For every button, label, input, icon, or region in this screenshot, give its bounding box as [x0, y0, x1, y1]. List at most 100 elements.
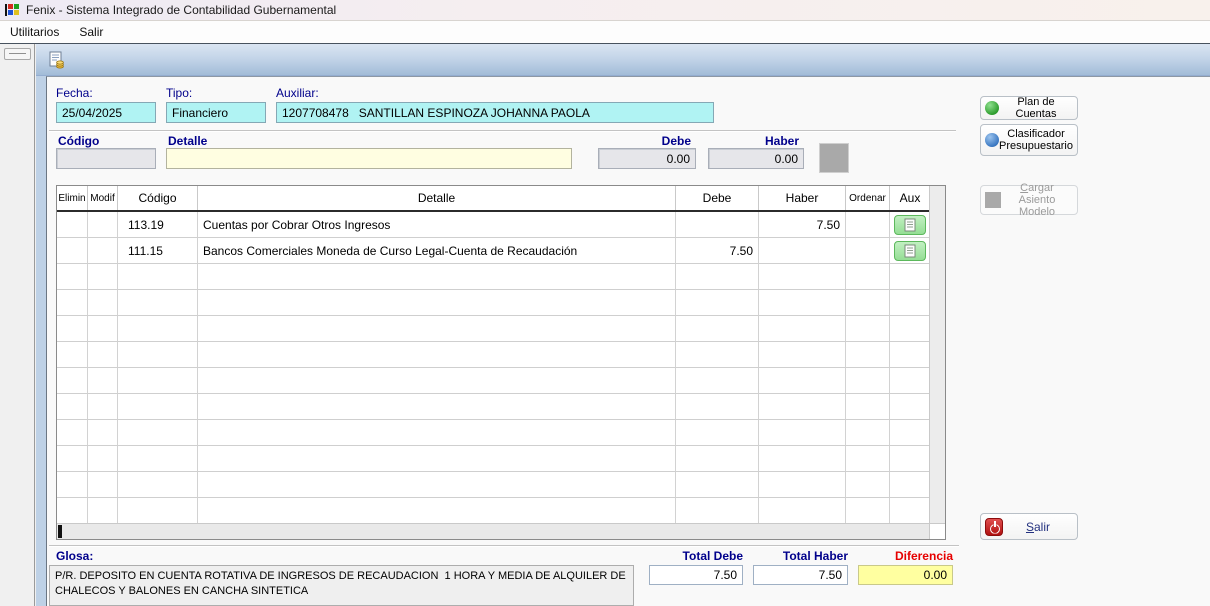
salir-label: Salir [1003, 521, 1073, 533]
cell-ordenar [846, 342, 890, 368]
table-row [57, 498, 945, 524]
cell-aux [890, 238, 930, 264]
cell-modif [88, 498, 118, 524]
cell-aux [890, 342, 930, 368]
cell-modif [88, 212, 118, 238]
cell-debe [676, 498, 759, 524]
cell-detalle [198, 316, 676, 342]
cell-debe [676, 394, 759, 420]
cell-aux [890, 472, 930, 498]
total-haber-field: 7.50 [753, 565, 848, 585]
cell-ordenar [846, 472, 890, 498]
detalle-input[interactable] [166, 148, 572, 169]
cell-elimin [57, 238, 88, 264]
fecha-label: Fecha: [56, 86, 93, 100]
table-body: 113.19Cuentas por Cobrar Otros Ingresos7… [57, 212, 945, 524]
table-row [57, 446, 945, 472]
cell-haber [759, 264, 846, 290]
cargar-asiento-modelo-button[interactable]: Cargar AsientoModelo [980, 185, 1078, 215]
total-debe-label: Total Debe [649, 549, 743, 563]
cell-debe [676, 290, 759, 316]
cell-detalle [198, 498, 676, 524]
cell-ordenar [846, 238, 890, 264]
cell-modif [88, 472, 118, 498]
cell-codigo [118, 394, 198, 420]
table-row [57, 264, 945, 290]
tipo-label: Tipo: [166, 86, 192, 100]
auxiliar-field[interactable]: 1207708478 SANTILLAN ESPINOZA JOHANNA PA… [276, 102, 714, 123]
cell-modif [88, 368, 118, 394]
clasificador-label: ClasificadorPresupuestario [999, 128, 1073, 152]
clasificador-presupuestario-button[interactable]: ClasificadorPresupuestario [980, 124, 1078, 156]
table-row [57, 316, 945, 342]
cell-modif [88, 238, 118, 264]
cell-debe [676, 342, 759, 368]
power-icon [985, 518, 1003, 536]
cell-detalle [198, 342, 676, 368]
cell-elimin [57, 446, 88, 472]
cell-ordenar [846, 290, 890, 316]
cell-haber [759, 472, 846, 498]
cell-ordenar [846, 212, 890, 238]
debe-input[interactable]: 0.00 [598, 148, 696, 169]
cell-haber [759, 342, 846, 368]
main-area: Fecha: Tipo: Auxiliar: 25/04/2025 Financ… [0, 43, 1210, 606]
total-haber-label: Total Haber [753, 549, 848, 563]
cell-haber [759, 498, 846, 524]
gray-square-icon [985, 192, 1001, 208]
cell-elimin [57, 420, 88, 446]
cell-detalle [198, 290, 676, 316]
plan-de-cuentas-button[interactable]: Plan de Cuentas [980, 96, 1078, 120]
cell-ordenar [846, 368, 890, 394]
cell-ordenar [846, 420, 890, 446]
table-row [57, 394, 945, 420]
cell-elimin [57, 212, 88, 238]
glosa-textarea[interactable]: P/R. DEPOSITO EN CUENTA ROTATIVA DE INGR… [49, 565, 634, 606]
cell-ordenar [846, 394, 890, 420]
work-area: Fecha: Tipo: Auxiliar: 25/04/2025 Financ… [36, 44, 1210, 606]
plan-de-cuentas-label: Plan de Cuentas [999, 96, 1073, 120]
cell-elimin [57, 342, 88, 368]
cell-elimin [57, 316, 88, 342]
haber-input[interactable]: 0.00 [708, 148, 804, 169]
cell-debe: 7.50 [676, 238, 759, 264]
cell-modif [88, 446, 118, 472]
cell-debe [676, 446, 759, 472]
col-header-ordenar: Ordenar [846, 186, 890, 210]
cell-aux [890, 316, 930, 342]
application-window: Fenix - Sistema Integrado de Contabilida… [0, 0, 1210, 606]
scrollbar-thumb[interactable] [58, 525, 62, 538]
cell-elimin [57, 498, 88, 524]
cell-detalle [198, 420, 676, 446]
codigo-input[interactable] [56, 148, 156, 169]
fecha-field[interactable]: 25/04/2025 [56, 102, 156, 123]
green-sphere-icon [985, 101, 999, 115]
aux-detail-button[interactable] [894, 215, 926, 235]
cell-debe [676, 420, 759, 446]
cell-modif [88, 420, 118, 446]
cell-codigo [118, 264, 198, 290]
table-horizontal-scrollbar[interactable] [57, 523, 930, 539]
table-header: Elimin Modif Código Detalle Debe Haber O… [57, 186, 945, 212]
diferencia-field: 0.00 [858, 565, 953, 585]
cell-detalle: Cuentas por Cobrar Otros Ingresos [198, 212, 676, 238]
add-line-button[interactable] [819, 143, 849, 173]
table-row [57, 342, 945, 368]
detalle-label: Detalle [168, 134, 207, 148]
auxiliar-label: Auxiliar: [276, 86, 319, 100]
cell-aux [890, 420, 930, 446]
cell-ordenar [846, 316, 890, 342]
cell-debe [676, 472, 759, 498]
cell-modif [88, 394, 118, 420]
separator [49, 545, 959, 547]
tipo-field[interactable]: Financiero [166, 102, 266, 123]
cell-codigo [118, 316, 198, 342]
cell-ordenar [846, 446, 890, 472]
debe-label: Debe [598, 134, 691, 148]
cell-aux [890, 394, 930, 420]
col-header-codigo: Código [118, 186, 198, 210]
table-vertical-scrollbar[interactable] [929, 186, 945, 523]
aux-detail-button[interactable] [894, 241, 926, 261]
salir-button[interactable]: Salir [980, 513, 1078, 540]
cell-codigo [118, 446, 198, 472]
